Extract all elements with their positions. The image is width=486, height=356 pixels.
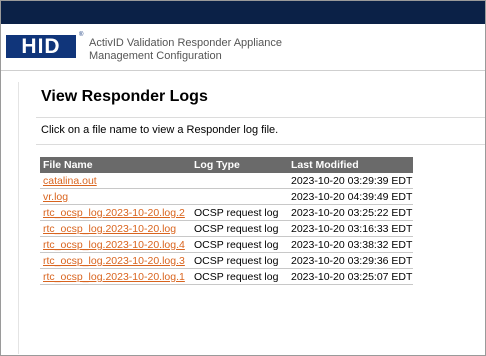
page-title: View Responder Logs — [41, 88, 208, 105]
file-name-cell: rtc_ocsp_log.2023-10-20.log — [40, 220, 191, 237]
file-link[interactable]: rtc_ocsp_log.2023-10-20.log — [43, 223, 176, 235]
app-header: HID ® ActivID Validation Responder Appli… — [1, 24, 485, 70]
last-modified-cell: 2023-10-20 03:25:22 EDT — [288, 204, 413, 221]
table-row: rtc_ocsp_log.2023-10-20.log.2 OCSP reque… — [40, 204, 413, 221]
file-name-cell: vr.log — [40, 188, 191, 205]
file-name-cell: catalina.out — [40, 173, 191, 189]
last-modified-cell: 2023-10-20 03:25:07 EDT — [288, 268, 413, 285]
app-title-line1: ActivID Validation Responder Appliance — [89, 37, 283, 49]
log-type-cell: OCSP request log — [191, 204, 288, 221]
file-link[interactable]: rtc_ocsp_log.2023-10-20.log.2 — [43, 207, 185, 219]
content-left-border — [18, 82, 19, 354]
log-type-cell — [191, 188, 288, 205]
table-row: rtc_ocsp_log.2023-10-20.log.4 OCSP reque… — [40, 236, 413, 253]
log-type-cell: OCSP request log — [191, 268, 288, 285]
column-header-file-name: File Name — [40, 157, 191, 173]
table-row: vr.log 2023-10-20 04:39:49 EDT — [40, 188, 413, 205]
file-link[interactable]: rtc_ocsp_log.2023-10-20.log.4 — [43, 239, 185, 251]
log-files-table: File Name Log Type Last Modified catalin… — [40, 157, 413, 285]
file-name-cell: rtc_ocsp_log.2023-10-20.log.3 — [40, 252, 191, 269]
column-header-log-type: Log Type — [191, 157, 288, 173]
column-header-last-modified: Last Modified — [288, 157, 413, 173]
table-header-row: File Name Log Type Last Modified — [40, 157, 413, 173]
file-link[interactable]: catalina.out — [43, 175, 97, 187]
last-modified-cell: 2023-10-20 03:29:39 EDT — [288, 173, 413, 189]
app-title: ActivID Validation Responder Appliance M… — [89, 37, 282, 63]
last-modified-cell: 2023-10-20 03:16:33 EDT — [288, 220, 413, 237]
header-divider — [1, 70, 485, 71]
table-row: rtc_ocsp_log.2023-10-20.log OCSP request… — [40, 220, 413, 237]
last-modified-cell: 2023-10-20 03:29:36 EDT — [288, 252, 413, 269]
file-link[interactable]: rtc_ocsp_log.2023-10-20.log.1 — [43, 271, 185, 283]
table-row: rtc_ocsp_log.2023-10-20.log.3 OCSP reque… — [40, 252, 413, 269]
logo-text: HID — [21, 34, 61, 58]
instructions-divider — [36, 144, 485, 145]
log-type-cell: OCSP request log — [191, 236, 288, 253]
file-name-cell: rtc_ocsp_log.2023-10-20.log.2 — [40, 204, 191, 221]
hid-logo: HID — [6, 35, 76, 58]
file-name-cell: rtc_ocsp_log.2023-10-20.log.4 — [40, 236, 191, 253]
app-title-line2: Management Configuration — [89, 50, 222, 62]
logo-registered-mark: ® — [79, 32, 84, 38]
top-bar — [1, 1, 485, 24]
file-link[interactable]: rtc_ocsp_log.2023-10-20.log.3 — [43, 255, 185, 267]
log-type-cell: OCSP request log — [191, 220, 288, 237]
log-type-cell: OCSP request log — [191, 252, 288, 269]
last-modified-cell: 2023-10-20 04:39:49 EDT — [288, 188, 413, 205]
last-modified-cell: 2023-10-20 03:38:32 EDT — [288, 236, 413, 253]
log-type-cell — [191, 173, 288, 189]
table-row: rtc_ocsp_log.2023-10-20.log.1 OCSP reque… — [40, 268, 413, 285]
title-divider — [36, 117, 485, 118]
table-row: catalina.out 2023-10-20 03:29:39 EDT — [40, 173, 413, 189]
file-link[interactable]: vr.log — [43, 191, 68, 203]
instructions-text: Click on a file name to view a Responder… — [41, 124, 279, 136]
file-name-cell: rtc_ocsp_log.2023-10-20.log.1 — [40, 268, 191, 285]
